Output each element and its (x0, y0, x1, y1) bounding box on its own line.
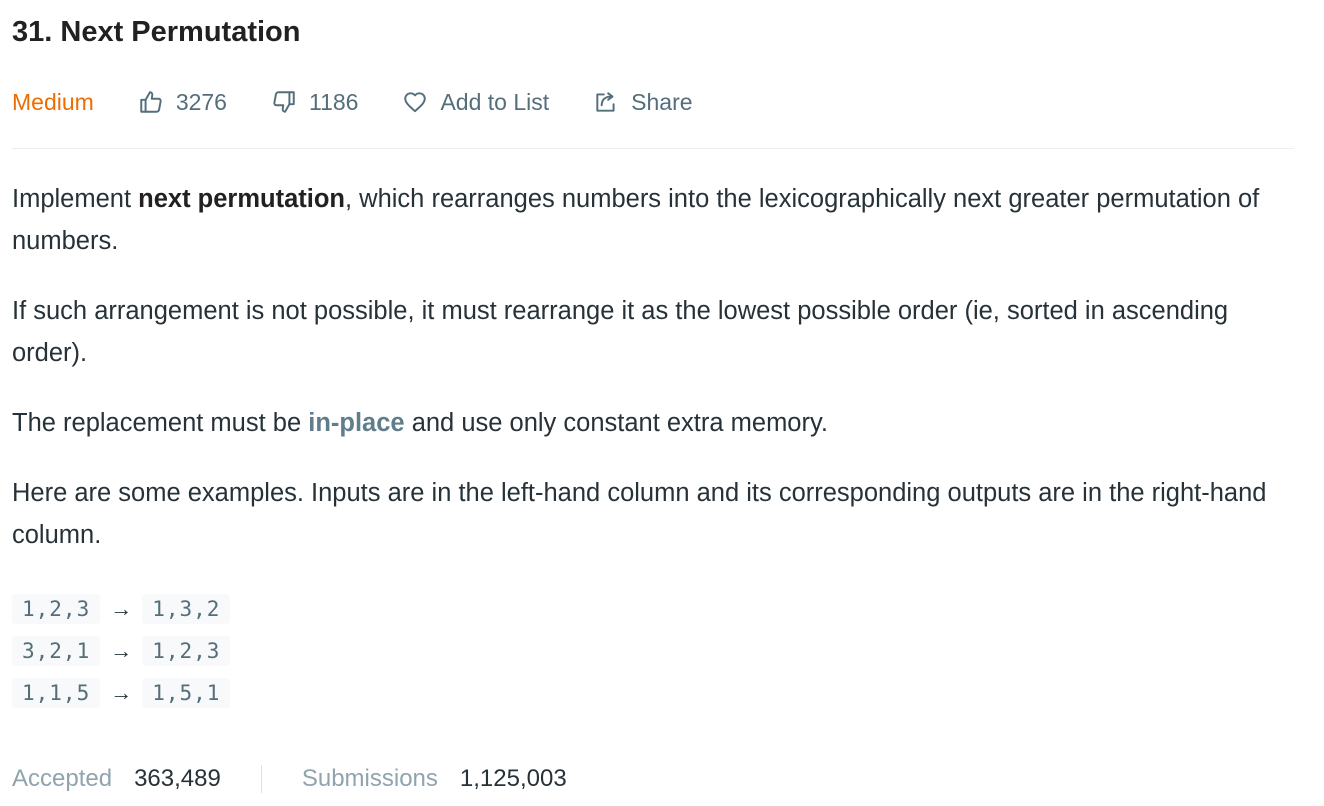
example-output: 1,2,3 (142, 636, 231, 666)
description-paragraph: Here are some examples. Inputs are in th… (12, 479, 1267, 549)
example-input: 1,2,3 (12, 594, 101, 624)
arrow-icon: → (110, 596, 133, 621)
thumbs-up-icon (140, 91, 162, 113)
thumbs-down-icon (273, 91, 295, 113)
submissions-label: Submissions (301, 765, 438, 792)
description-text: and use only constant extra memory. (404, 409, 828, 437)
description-paragraph: If such arrangement is not possible, it … (12, 297, 1229, 367)
example-input: 1,1,5 (12, 678, 101, 708)
accepted-label: Accepted (12, 765, 113, 792)
description-text: The replacement must be (12, 409, 309, 437)
dislike-button[interactable]: 1186 (271, 89, 358, 116)
example-row: 1,2,3 → 1,3,2 (12, 588, 231, 630)
problem-meta-bar: Medium 3276 1186 Add to List Share (12, 86, 737, 118)
problem-description: Implement next permutation, which rearra… (12, 178, 1294, 584)
examples-list: 1,2,3 → 1,3,2 3,2,1 → 1,2,3 1,1,5 → 1,5,… (12, 588, 231, 714)
example-output: 1,3,2 (142, 594, 231, 624)
example-row: 3,2,1 → 1,2,3 (12, 630, 231, 672)
submission-stats: Accepted 363,489 Submissions 1,125,003 (12, 762, 567, 796)
divider (12, 148, 1294, 149)
description-paragraph: The replacement must be in-place and use… (12, 402, 1294, 444)
share-label: Share (631, 88, 693, 115)
example-output: 1,5,1 (142, 678, 231, 708)
dislike-count: 1186 (308, 88, 359, 115)
example-input: 3,2,1 (12, 636, 101, 666)
difficulty-badge: Medium (12, 88, 94, 115)
description-bold-term: next permutation (138, 185, 345, 213)
stats-divider (260, 765, 262, 793)
share-icon (596, 92, 615, 112)
example-row: 1,1,5 → 1,5,1 (12, 672, 231, 714)
problem-title: 31. Next Permutation (12, 16, 301, 48)
in-place-link[interactable]: in-place (308, 409, 404, 437)
arrow-icon: → (110, 638, 133, 663)
description-paragraph: Implement next permutation, which rearra… (12, 178, 1294, 262)
add-to-list-button[interactable]: Add to List (402, 89, 549, 116)
like-button[interactable]: 3276 (138, 89, 227, 116)
add-to-list-label: Add to List (440, 88, 550, 115)
accepted-value: 363,489 (134, 765, 221, 792)
like-count: 3276 (175, 88, 227, 115)
arrow-icon: → (110, 680, 133, 705)
share-button[interactable]: Share (593, 88, 693, 116)
submissions-value: 1,125,003 (459, 765, 567, 792)
description-text: Implement (12, 185, 139, 213)
heart-icon (404, 92, 427, 113)
